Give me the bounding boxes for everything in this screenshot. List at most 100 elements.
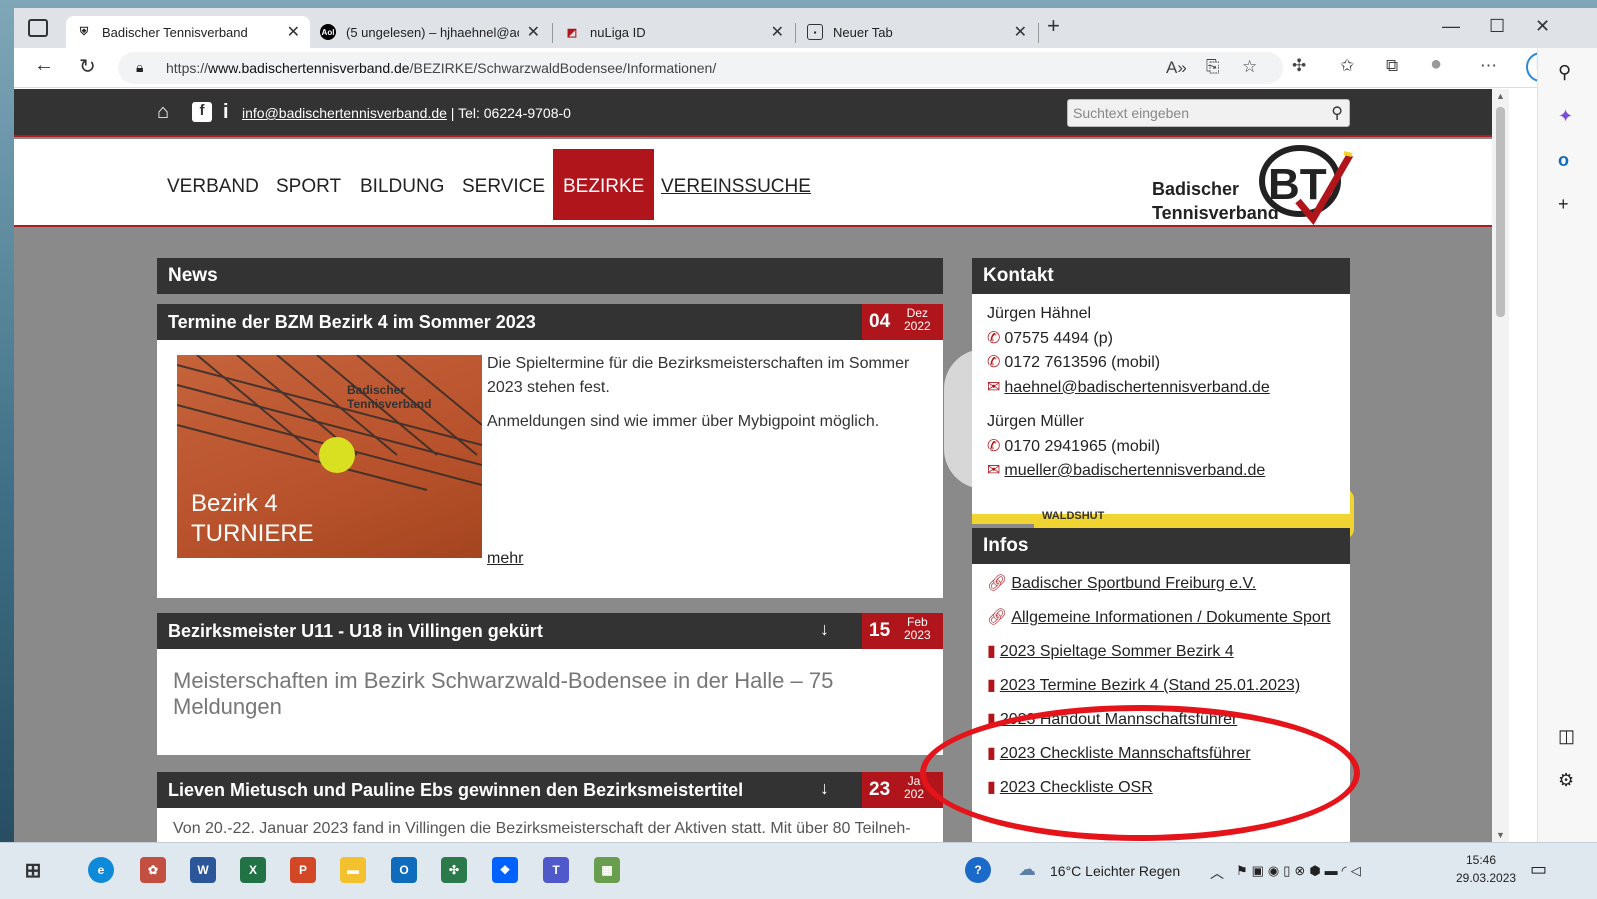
outlook-icon[interactable]: o [1558,150,1569,171]
nav-bildung[interactable]: BILDUNG [360,176,444,198]
close-tab-icon[interactable]: ✕ [1014,22,1027,42]
tab-actions-icon[interactable] [28,19,48,37]
minimize-icon[interactable]: — [1442,16,1460,37]
info-document-link[interactable]: 2023 Spieltage Sommer Bezirk 4 [1000,643,1234,660]
copilot-icon[interactable]: ✦ [1558,106,1573,127]
edge-sidebar: ⚲ ✦ o + ◫ ⚙ [1537,48,1597,842]
nav-service[interactable]: SERVICE [462,176,545,198]
url-text: https://www.badischertennisverband.de/BE… [166,60,717,76]
home-icon[interactable]: ⌂ [157,101,169,124]
clock-date[interactable]: 29.03.2023 [1456,871,1516,885]
article-title[interactable]: Lieven Mietusch und Pauline Ebs gewinnen… [168,780,743,801]
close-window-icon[interactable]: ✕ [1535,16,1550,37]
search-icon[interactable]: ⚲ [1331,103,1343,123]
add-icon[interactable]: + [1558,194,1569,215]
maximize-icon[interactable]: ☐ [1489,16,1505,37]
outlook-icon[interactable]: O [391,857,417,883]
excel-icon[interactable]: X [240,857,266,883]
address-bar: ← ↻ 🔒︎ https://www.badischertennisverban… [14,48,1597,88]
app-grid-icon[interactable]: ✣ [441,857,467,883]
reader-view-icon[interactable]: ⎘ [1206,57,1220,77]
weather-icon[interactable]: ☁ [1018,859,1036,880]
dropbox-icon[interactable]: ❖ [492,857,518,883]
link-icon: 🔗︎ [987,575,1008,592]
arrow-down-icon[interactable]: ↓ [820,619,829,640]
article-text: Von 20.-22. Januar 2023 fand in Villinge… [173,820,911,837]
tab-nuliga[interactable]: ◩ nuLiga ID ✕ [554,16,794,48]
document-icon: ▮ [987,711,996,728]
favorite-add-icon[interactable]: ☆ [1242,57,1257,77]
powerpoint-icon[interactable]: P [290,857,316,883]
article-title[interactable]: Termine der BZM Bezirk 4 im Sommer 2023 [168,312,536,333]
search-field[interactable]: Suchtext eingeben ⚲ [1067,99,1350,127]
info-link[interactable]: Badischer Sportbund Freiburg e.V. [1011,575,1256,592]
profile-avatar-icon[interactable]: ● [1430,53,1442,76]
tray-chevron-icon[interactable]: ︿ [1210,863,1224,883]
taskbar: ⊞ e ✿ W X P ▬ O ✣ ❖ T ▦ ? ☁ 16°C Leichte… [0,842,1597,899]
info-icon[interactable]: i [223,101,229,124]
aol-favicon-icon: Aol [320,24,336,40]
help-icon[interactable]: ? [965,857,991,883]
news-article: Termine der BZM Bezirk 4 im Sommer 2023 … [157,304,943,598]
arrow-down-icon[interactable]: ↓ [820,778,829,799]
nav-vereinssuche[interactable]: VEREINSSUCHE [661,176,811,198]
refresh-icon[interactable]: ↻ [79,54,96,79]
info-document-link[interactable]: 2023 Termine Bezirk 4 (Stand 25.01.2023) [1000,677,1300,694]
kontakt-box: Kontakt Jürgen Hähnel ✆ 07575 4494 (p) ✆ 0… [972,258,1350,524]
extensions-icon[interactable]: ✣ [1292,56,1306,76]
infos-box: Infos 🔗︎ Badischer Sportbund Freiburg e.V… [972,528,1350,842]
phone-icon: ✆ [987,437,1001,455]
settings-icon[interactable]: ⚙ [1558,770,1574,791]
windows-start-icon[interactable]: ⊞ [20,857,46,883]
scrollbar-thumb[interactable] [1496,107,1505,317]
close-tab-icon[interactable]: ✕ [527,22,540,42]
nav-bezirke[interactable]: BEZIRKE [553,149,655,220]
topbar-email-link[interactable]: info@badischertennisverband.de [242,105,447,121]
document-icon: ▮ [987,677,996,694]
close-tab-icon[interactable]: ✕ [287,22,300,42]
notification-icon[interactable]: ▭ [1530,859,1547,880]
close-tab-icon[interactable]: ✕ [771,22,784,42]
tab-badischer-tennisverband[interactable]: ⛨ Badischer Tennisverband ✕ [66,16,310,48]
article-title[interactable]: Bezirksmeister U11 - U18 in Villingen ge… [168,621,543,642]
clock-time[interactable]: 15:46 [1466,853,1496,867]
site-topbar: ⌂ f i info@badischertennisverband.de | T… [14,89,1492,137]
collections-icon[interactable]: ⧉ [1386,56,1398,76]
read-aloud-icon[interactable]: A» [1166,58,1187,78]
tab-neuer-tab[interactable]: ▪ Neuer Tab ✕ [797,16,1037,48]
nav-verband[interactable]: VERBAND [167,176,259,198]
app-icon[interactable]: ▦ [594,857,620,883]
facebook-icon[interactable]: f [192,102,212,122]
web-page: ⌂ f i info@badischertennisverband.de | T… [14,89,1492,842]
tray-icons[interactable]: ⚑▣◉▯⊗⬢▬◜◁ [1236,863,1365,879]
info-document-link[interactable]: 2023 Checkliste OSR [1000,779,1153,796]
info-document-link[interactable]: 2023 Checkliste Mannschaftsführer [1000,745,1251,762]
more-link[interactable]: mehr [487,550,523,568]
info-link[interactable]: Allgemeine Informationen / Dokumente Spo… [1011,609,1330,626]
article-text: Die Spieltermine für die Bezirksmeisters… [487,355,910,396]
sidebar-toggle-icon[interactable]: ◫ [1558,726,1575,747]
tab-bar: ⛨ Badischer Tennisverband ✕ Aol (5 ungel… [14,8,1597,48]
contact-email-link[interactable]: haehnel@badischertennisverband.de [1004,379,1269,396]
more-menu-icon[interactable]: ⋯ [1480,56,1497,76]
page-scrollbar[interactable]: ▲ ▼ [1492,89,1509,842]
new-tab-icon[interactable]: + [1047,13,1060,39]
app-icon[interactable]: ✿ [140,857,166,883]
weather-text[interactable]: 16°C Leichter Regen [1050,863,1180,879]
news-article: Lieven Mietusch und Pauline Ebs gewinnen… [157,772,943,842]
search-icon[interactable]: ⚲ [1558,62,1571,83]
nav-sport[interactable]: SPORT [276,176,341,198]
map-strip: WALDSHUT [972,510,1350,524]
document-icon: ▮ [987,643,996,660]
back-icon[interactable]: ← [34,54,54,77]
article-image[interactable]: Badischer Tennisverband Bezirk 4 TURNIERE [177,355,482,558]
contact-email-link[interactable]: mueller@badischertennisverband.de [1004,462,1265,479]
edge-icon[interactable]: e [88,857,114,883]
favorites-icon[interactable]: ✩ [1340,56,1354,76]
word-icon[interactable]: W [190,857,216,883]
info-document-link[interactable]: 2023 Handout Mannschaftsführer [1000,711,1237,728]
file-explorer-icon[interactable]: ▬ [340,857,366,883]
url-field[interactable]: 🔒︎ https://www.badischertennisverband.de… [118,52,1283,84]
teams-icon[interactable]: T [543,857,569,883]
tab-aol-mail[interactable]: Aol (5 ungelesen) – hjhaehnel@aol.c ✕ [310,16,550,48]
